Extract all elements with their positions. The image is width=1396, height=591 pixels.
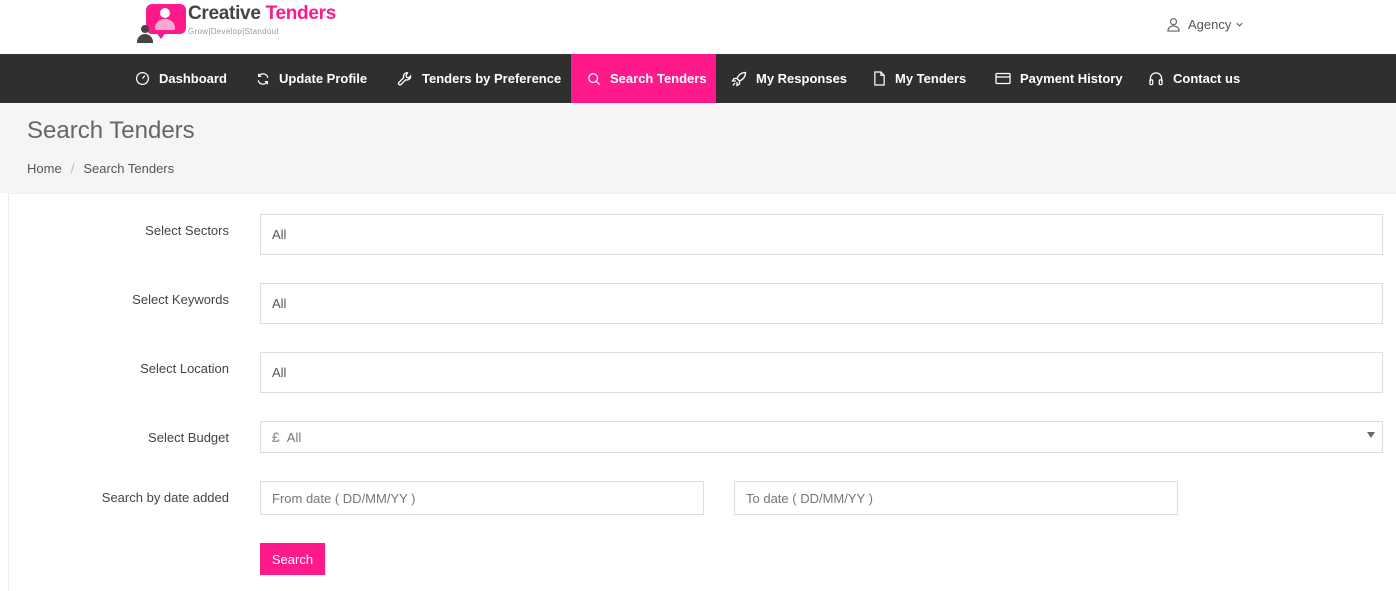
location-label: Select Location (140, 361, 229, 376)
document-icon (874, 71, 885, 86)
to-date-placeholder: To date ( DD/MM/YY ) (746, 490, 873, 506)
keywords-label: Select Keywords (132, 292, 229, 307)
date-label: Search by date added (101, 490, 229, 505)
keywords-value: All (272, 296, 287, 311)
nav-item-my-tenders[interactable]: My Tenders (873, 54, 966, 103)
nav-item-label: Dashboard (159, 71, 227, 86)
breadcrumb-home-link[interactable]: Home (27, 161, 62, 176)
main-navigation: Dashboard Update Profile Tenders by Pref… (0, 54, 1396, 103)
from-date-input[interactable]: From date ( DD/MM/YY ) (260, 481, 704, 515)
breadcrumb-current: Search Tenders (83, 161, 175, 176)
search-button[interactable]: Search (260, 543, 325, 575)
nav-item-label: Tenders by Preference (422, 71, 562, 86)
rocket-icon (731, 71, 747, 87)
nav-item-search-tenders[interactable]: Search Tenders (571, 54, 716, 103)
location-select[interactable]: All (260, 352, 1383, 393)
brand-name-part2: Tenders (265, 3, 337, 24)
nav-item-label: Contact us (1173, 71, 1241, 86)
headphones-icon (1149, 72, 1163, 86)
user-menu-label: Agency (1188, 16, 1232, 32)
from-date-placeholder: From date ( DD/MM/YY ) (272, 490, 416, 506)
page-header: Search Tenders Home / Search Tenders (0, 103, 1396, 193)
budget-select[interactable]: £ All (260, 421, 1383, 453)
user-icon (1167, 17, 1180, 32)
brand-name-part1: Creative (188, 3, 261, 24)
budget-value: All (286, 429, 302, 445)
nav-item-tenders-by-preference[interactable]: Tenders by Preference (397, 54, 561, 103)
top-header: Creative Tenders Grow|Develop|Standout A… (0, 0, 1396, 54)
sectors-label: Select Sectors (145, 223, 229, 238)
nav-item-label: Search Tenders (610, 71, 707, 86)
budget-label: Select Budget (148, 430, 229, 445)
nav-item-label: My Responses (756, 71, 848, 86)
nav-item-update-profile[interactable]: Update Profile (256, 54, 367, 103)
dropdown-caret-icon (1367, 432, 1375, 438)
breadcrumb: Home / Search Tenders (27, 161, 174, 176)
brand-text: Creative Tenders Grow|Develop|Standout (188, 3, 336, 37)
brand-tagline: Grow|Develop|Standout (188, 27, 279, 36)
page-title: Search Tenders (27, 117, 195, 144)
nav-item-label: Update Profile (279, 71, 368, 86)
nav-item-dashboard[interactable]: Dashboard (135, 54, 227, 103)
search-form: Select Sectors All Select Keywords All S… (8, 193, 1396, 591)
pound-icon: £ (272, 429, 280, 445)
brand-logo[interactable]: Creative Tenders Grow|Develop|Standout (137, 3, 357, 43)
nav-item-contact-us[interactable]: Contact us (1148, 54, 1240, 103)
breadcrumb-separator: / (70, 161, 75, 176)
credit-card-icon (995, 72, 1011, 85)
nav-item-label: My Tenders (895, 71, 967, 86)
nav-item-payment-history[interactable]: Payment History (995, 54, 1123, 103)
keywords-select[interactable]: All (260, 283, 1383, 324)
sectors-value: All (272, 227, 287, 242)
to-date-input[interactable]: To date ( DD/MM/YY ) (734, 481, 1178, 515)
wrench-icon (397, 71, 412, 86)
brand-logo-icon (137, 3, 187, 43)
user-menu-toggle[interactable]: Agency (1166, 15, 1251, 33)
sectors-select[interactable]: All (260, 214, 1383, 255)
location-value: All (272, 365, 287, 380)
nav-item-label: Payment History (1020, 71, 1123, 86)
search-icon (588, 72, 601, 85)
chevron-down-icon (1236, 22, 1243, 27)
nav-item-my-responses[interactable]: My Responses (731, 54, 847, 103)
gauge-icon (135, 71, 150, 86)
refresh-icon (257, 72, 269, 85)
